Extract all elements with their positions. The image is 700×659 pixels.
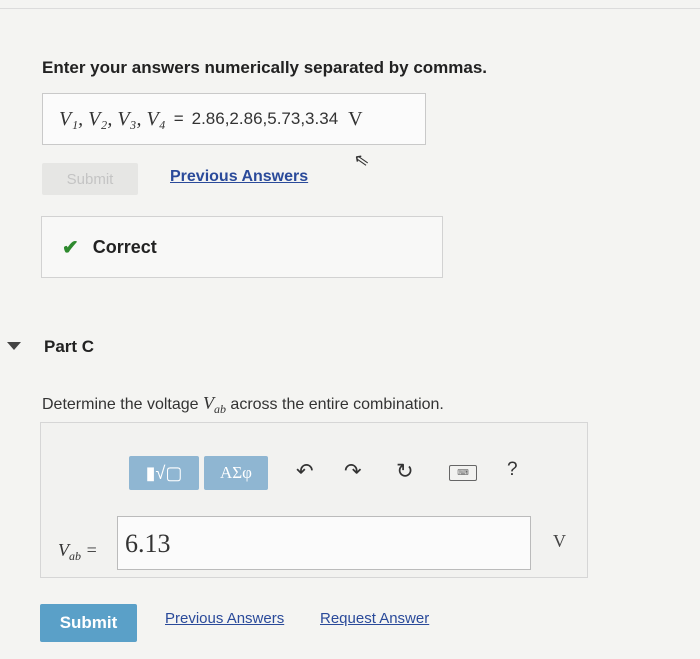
question-pre: Determine the voltage	[42, 396, 203, 413]
divider	[0, 8, 700, 9]
answer-value: 2.86,2.86,5.73,3.34	[191, 109, 339, 128]
answer-unit: V	[348, 107, 363, 130]
templates-button[interactable]: ▮√▢	[129, 456, 199, 490]
instruction-text: Enter your answers numerically separated…	[42, 58, 488, 77]
previous-answers-link-c[interactable]: Previous Answers	[165, 610, 284, 627]
question-var-sub: ab	[213, 402, 226, 416]
collapse-triangle-icon[interactable]	[7, 342, 21, 350]
unit-label: V	[553, 531, 566, 551]
previous-answers-link[interactable]: Previous Answers	[170, 168, 308, 186]
request-answer-link[interactable]: Request Answer	[320, 610, 429, 627]
question-variable: Vab	[202, 393, 226, 416]
part-title[interactable]: Part C	[44, 337, 94, 357]
input-var-sub: ab	[69, 549, 81, 563]
answer-equals: =	[173, 109, 184, 128]
submit-button[interactable]: Submit	[40, 604, 137, 642]
voltage-input[interactable]: 6.13	[117, 516, 531, 570]
question-post: across the entire combination.	[225, 396, 444, 413]
input-var: V	[58, 540, 69, 560]
checkmark-icon: ✔	[62, 236, 79, 259]
submit-button-disabled[interactable]: Submit	[42, 163, 138, 195]
feedback-box: ✔ Correct	[41, 216, 443, 278]
keyboard-icon[interactable]: ⌨	[449, 465, 477, 481]
answer-display: V₁, V₂, V₃, V₄ = 2.86,2.86,5.73,3.34 V	[42, 93, 426, 145]
question-var: V	[202, 393, 214, 413]
feedback-text: Correct	[92, 236, 157, 257]
help-icon[interactable]: ?	[507, 459, 518, 481]
mouse-cursor-icon: ⇖	[352, 148, 371, 172]
answer-variables: V₁, V₂, V₃, V₄	[59, 107, 166, 130]
input-label: Vab =	[58, 540, 98, 563]
reset-icon[interactable]: ↻	[396, 459, 414, 484]
answer-workspace: ▮√▢ ΑΣφ ↶ ↷ ↻ ⌨ ? Vab = 6.13 V	[40, 422, 588, 578]
undo-icon[interactable]: ↶	[296, 459, 314, 484]
question-text: Determine the voltage Vab across the ent…	[42, 393, 444, 416]
redo-icon[interactable]: ↷	[344, 459, 362, 484]
input-equals: =	[85, 540, 98, 560]
symbols-button[interactable]: ΑΣφ	[204, 456, 268, 490]
